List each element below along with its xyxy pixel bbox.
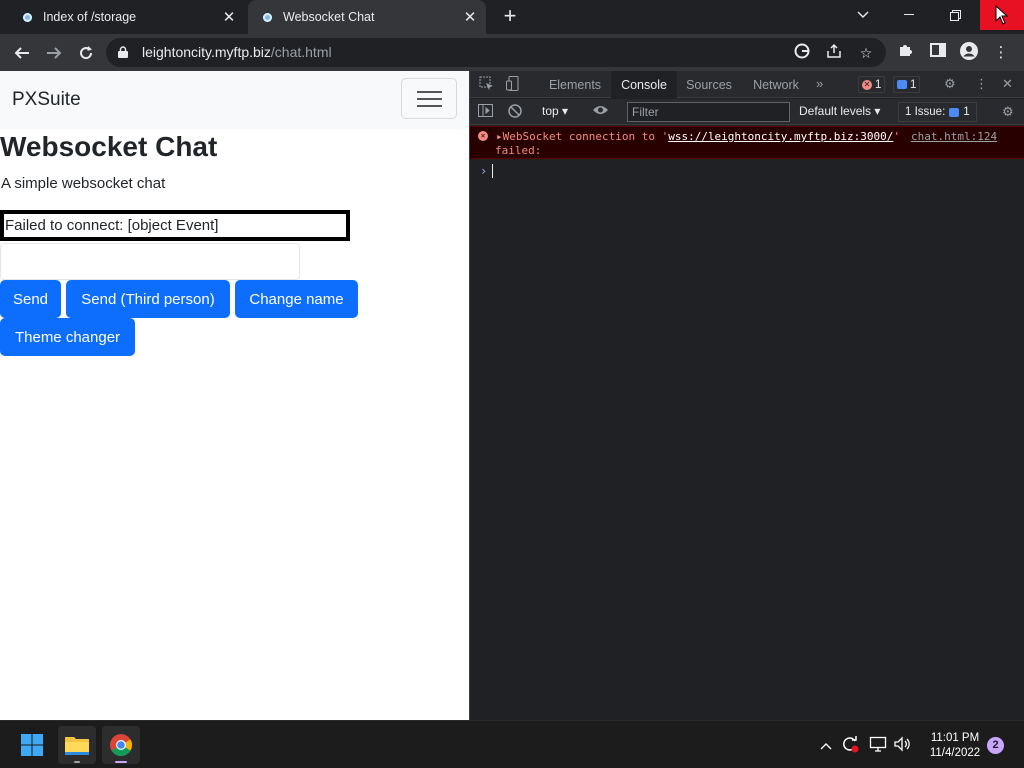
error-count-badge[interactable]: ✕ 1 [858, 76, 886, 93]
windows-start-icon[interactable] [13, 726, 51, 764]
tab-websocket-chat[interactable]: Websocket Chat ✕ [248, 0, 486, 34]
console-settings-gear-icon[interactable]: ⚙ [1002, 104, 1014, 120]
inspect-element-icon[interactable] [479, 76, 494, 94]
theme-changer-button[interactable]: Theme changer [0, 318, 135, 356]
clear-console-icon[interactable] [508, 104, 522, 121]
connection-status: Failed to connect: [object Event] [0, 210, 350, 241]
chrome-icon[interactable] [102, 726, 140, 764]
profile-avatar-icon[interactable] [958, 42, 980, 64]
close-window-button[interactable] [980, 0, 1024, 30]
side-panel-icon[interactable] [927, 42, 949, 64]
error-text-line2: failed: [495, 144, 542, 157]
error-url-link[interactable]: wss://leightoncity.myftp.biz:3000/ [668, 130, 893, 143]
issue-icon [949, 107, 960, 117]
message-input[interactable] [0, 243, 300, 280]
taskbar: 11:01 PM 11/4/2022 2 [0, 720, 1024, 768]
menu-kebab-icon[interactable]: ⋮ [990, 42, 1012, 64]
tab-search-chevron-icon[interactable] [840, 0, 886, 30]
device-toolbar-icon[interactable] [506, 76, 521, 94]
devtools-panel: Elements Console Sources Network » ✕ 1 1… [469, 71, 1024, 720]
bookmark-star-icon[interactable]: ☆ [856, 43, 876, 63]
more-tabs-chevron-icon[interactable]: » [816, 76, 823, 91]
browser-toolbar: leightoncity.myftp.biz/chat.html ☆ ⋮ [0, 34, 1024, 71]
devtools-tabbar: Elements Console Sources Network » ✕ 1 1… [470, 71, 1024, 98]
favicon-icon [263, 12, 272, 22]
error-icon: ✕ [478, 131, 488, 141]
console-filter-input[interactable]: Filter [627, 102, 790, 122]
log-levels-dropdown[interactable]: Default levels ▾ [799, 104, 880, 118]
console-error-message: ✕ ▸WebSocket connection to 'wss://leight… [470, 126, 1024, 159]
error-source-link[interactable]: chat.html:124 [911, 130, 997, 143]
console-input-caret[interactable] [492, 164, 493, 178]
page-title: Websocket Chat [0, 131, 218, 162]
file-explorer-icon[interactable] [58, 726, 96, 764]
google-lens-icon[interactable] [792, 43, 812, 63]
share-icon[interactable] [824, 43, 844, 63]
live-expression-eye-icon[interactable] [592, 103, 609, 120]
page-subtitle: A simple websocket chat [1, 175, 166, 192]
tab-console[interactable]: Console [611, 71, 677, 98]
address-bar[interactable]: leightoncity.myftp.biz/chat.html ☆ [106, 38, 886, 67]
minimize-button[interactable] [886, 0, 932, 30]
url-text: leightoncity.myftp.biz/chat.html [142, 44, 332, 60]
tab-strip: Index of /storage ✕ Websocket Chat ✕ + [0, 0, 1024, 34]
error-icon: ✕ [862, 79, 872, 90]
tray-overflow-chevron-icon[interactable] [820, 737, 832, 753]
forward-arrow-icon[interactable] [40, 39, 68, 67]
restore-button[interactable] [932, 0, 978, 30]
console-filter-bar: top ▾ Filter Default levels ▾ 1 Issue: 1… [470, 99, 1024, 125]
clock-time: 11:01 PM [930, 732, 980, 744]
navbar-toggler-button[interactable] [401, 78, 457, 119]
tab-title: Websocket Chat [283, 10, 375, 24]
tab-index-storage[interactable]: Index of /storage ✕ [8, 0, 245, 34]
navbar: PXSuite [0, 71, 469, 129]
network-icon[interactable] [869, 735, 887, 756]
message-count-badge[interactable]: 1 [893, 76, 921, 93]
settings-gear-icon[interactable]: ⚙ [944, 76, 956, 92]
volume-icon[interactable] [893, 735, 911, 756]
navbar-brand[interactable]: PXSuite [12, 89, 81, 111]
send-button[interactable]: Send [0, 280, 61, 318]
expand-triangle-icon[interactable]: ▸ [496, 130, 503, 143]
system-clock[interactable]: 11:01 PM 11/4/2022 [915, 731, 995, 761]
close-tab-icon[interactable]: ✕ [458, 8, 482, 26]
extensions-puzzle-icon[interactable] [895, 42, 917, 64]
tab-title: Index of /storage [43, 10, 137, 24]
issues-button[interactable]: 1 Issue: 1 [898, 102, 977, 122]
sidebar-toggle-icon[interactable] [478, 104, 493, 120]
tab-network[interactable]: Network [741, 71, 811, 98]
console-prompt-chevron-icon: › [480, 164, 488, 178]
error-text: ▸WebSocket connection to 'wss://leighton… [496, 130, 900, 143]
new-tab-button[interactable]: + [498, 5, 522, 29]
close-devtools-icon[interactable]: ✕ [1002, 76, 1013, 92]
tab-elements[interactable]: Elements [540, 71, 610, 98]
send-third-person-button[interactable]: Send (Third person) [66, 280, 230, 318]
devtools-menu-icon[interactable]: ⋮ [975, 76, 988, 92]
message-icon [897, 80, 907, 89]
back-arrow-icon[interactable] [8, 39, 36, 67]
favicon-icon [23, 12, 32, 22]
close-tab-icon[interactable]: ✕ [217, 8, 241, 26]
context-selector[interactable]: top ▾ [542, 104, 568, 118]
sync-alert-icon[interactable] [841, 735, 859, 756]
notification-badge[interactable]: 2 [987, 737, 1004, 754]
lock-icon[interactable] [118, 46, 128, 58]
tab-sources[interactable]: Sources [677, 71, 741, 98]
hamburger-icon [417, 91, 442, 93]
change-name-button[interactable]: Change name [235, 280, 358, 318]
clock-date: 11/4/2022 [929, 747, 981, 759]
reload-icon[interactable] [72, 39, 100, 67]
page-viewport: PXSuite Websocket Chat A simple websocke… [0, 71, 469, 720]
